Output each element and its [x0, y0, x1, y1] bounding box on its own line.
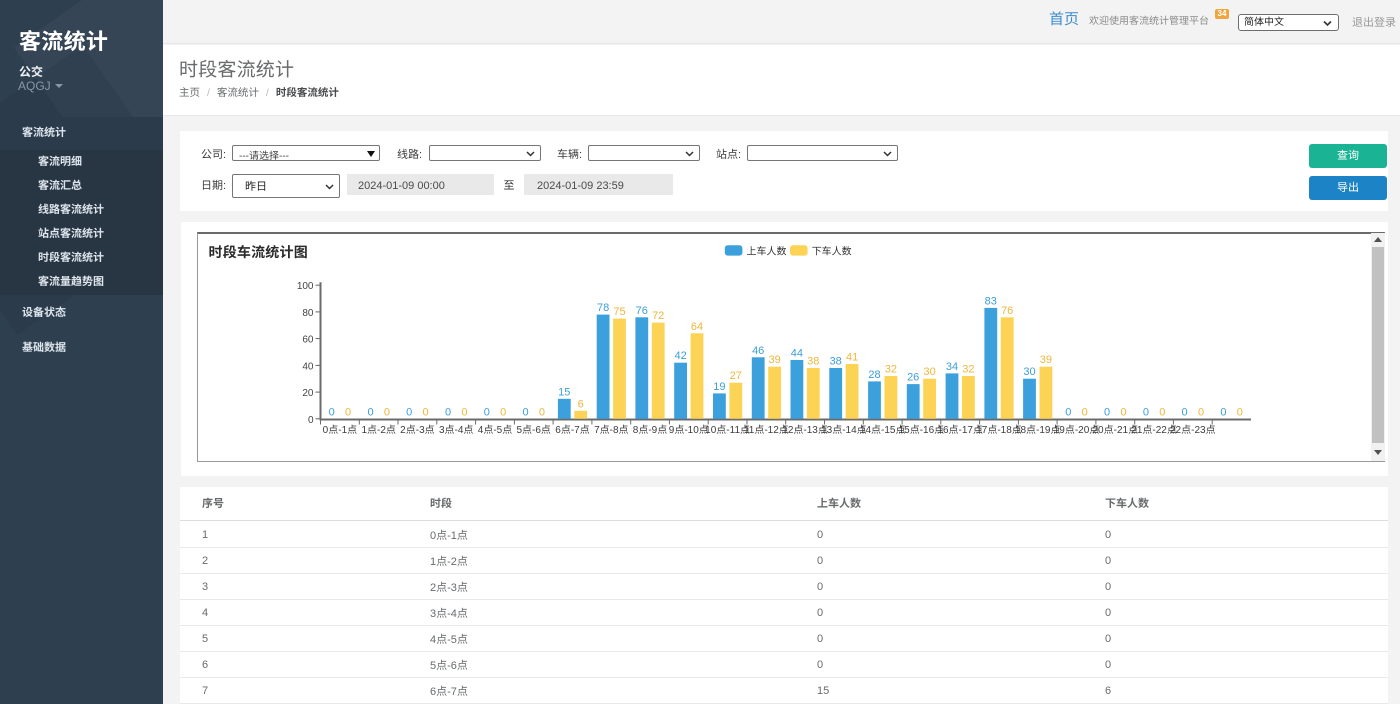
- svg-text:60: 60: [302, 335, 314, 346]
- svg-text:39: 39: [1040, 354, 1052, 366]
- svg-text:0: 0: [1198, 406, 1204, 418]
- svg-text:30: 30: [1023, 366, 1035, 378]
- svg-text:0: 0: [1082, 406, 1088, 418]
- svg-text:46: 46: [752, 345, 764, 357]
- svg-text:4点-5点: 4点-5点: [478, 424, 512, 436]
- svg-text:38: 38: [830, 356, 842, 368]
- svg-text:下车人数: 下车人数: [812, 246, 852, 258]
- svg-text:19: 19: [713, 381, 725, 393]
- svg-text:时段车流统计图: 时段车流统计图: [209, 244, 308, 260]
- svg-text:7点-8点: 7点-8点: [594, 424, 628, 436]
- svg-text:0: 0: [461, 406, 467, 418]
- svg-text:76: 76: [636, 305, 648, 317]
- svg-text:28: 28: [868, 369, 880, 381]
- svg-text:39: 39: [768, 354, 780, 366]
- svg-text:0: 0: [1237, 406, 1243, 418]
- svg-text:78: 78: [597, 302, 609, 314]
- svg-text:2点-3点: 2点-3点: [400, 424, 434, 436]
- svg-text:0: 0: [484, 406, 490, 418]
- svg-text:15: 15: [558, 386, 570, 398]
- svg-text:0: 0: [345, 406, 351, 418]
- svg-text:75: 75: [613, 306, 625, 318]
- svg-text:3点-4点: 3点-4点: [439, 424, 473, 436]
- svg-text:0: 0: [1065, 406, 1071, 418]
- svg-text:27: 27: [730, 370, 742, 382]
- svg-text:0: 0: [522, 406, 528, 418]
- svg-text:0: 0: [500, 406, 506, 418]
- svg-text:0: 0: [1159, 406, 1165, 418]
- svg-text:0: 0: [1120, 406, 1126, 418]
- svg-text:5点-6点: 5点-6点: [516, 424, 550, 436]
- svg-text:6点-7点: 6点-7点: [555, 424, 589, 436]
- svg-text:0: 0: [539, 406, 545, 418]
- svg-text:30: 30: [923, 366, 935, 378]
- svg-text:72: 72: [652, 310, 664, 322]
- svg-text:26: 26: [907, 372, 919, 384]
- svg-text:0: 0: [308, 415, 314, 426]
- svg-text:76: 76: [1001, 305, 1013, 317]
- svg-text:0: 0: [329, 406, 335, 418]
- svg-text:41: 41: [846, 352, 858, 364]
- svg-text:32: 32: [885, 364, 897, 376]
- svg-text:0: 0: [406, 406, 412, 418]
- svg-text:80: 80: [302, 308, 314, 319]
- svg-text:0: 0: [445, 406, 451, 418]
- svg-text:0: 0: [1104, 406, 1110, 418]
- svg-text:34: 34: [946, 361, 958, 373]
- svg-text:0: 0: [1220, 406, 1226, 418]
- svg-text:83: 83: [985, 295, 997, 307]
- svg-text:22点-23点: 22点-23点: [1170, 424, 1216, 436]
- svg-text:0: 0: [423, 406, 429, 418]
- svg-text:0: 0: [384, 406, 390, 418]
- svg-text:9点-10点: 9点-10点: [669, 424, 709, 436]
- svg-text:6: 6: [578, 398, 584, 410]
- svg-text:38: 38: [807, 356, 819, 368]
- svg-text:44: 44: [791, 348, 803, 360]
- svg-text:上车人数: 上车人数: [747, 246, 787, 258]
- svg-text:40: 40: [302, 361, 314, 372]
- svg-text:64: 64: [691, 321, 703, 333]
- svg-text:8点-9点: 8点-9点: [633, 424, 667, 436]
- svg-text:42: 42: [674, 350, 686, 362]
- svg-text:32: 32: [962, 364, 974, 376]
- svg-text:0: 0: [1143, 406, 1149, 418]
- svg-text:0: 0: [367, 406, 373, 418]
- svg-text:0点-1点: 0点-1点: [323, 424, 357, 436]
- svg-text:0: 0: [1182, 406, 1188, 418]
- svg-text:1点-2点: 1点-2点: [361, 424, 395, 436]
- svg-text:20: 20: [302, 388, 314, 399]
- svg-text:100: 100: [297, 281, 314, 292]
